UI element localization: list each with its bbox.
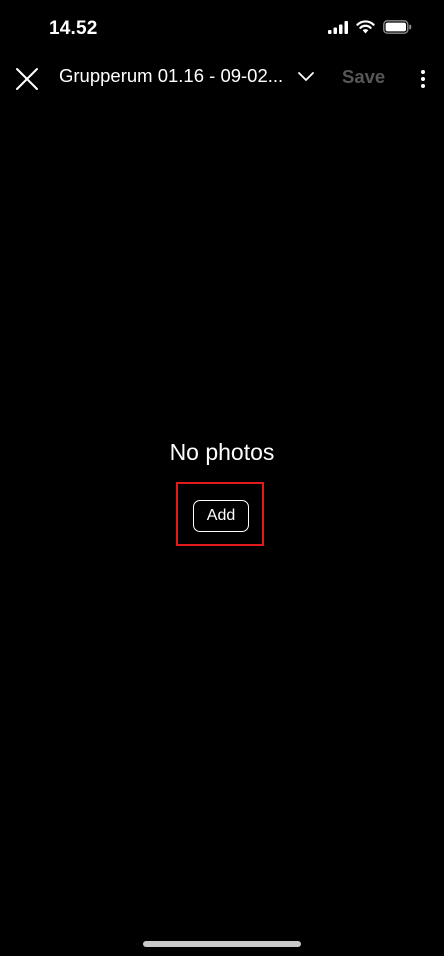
close-icon xyxy=(16,68,38,90)
album-title: Grupperum 01.16 - 09-02... xyxy=(59,65,284,86)
status-bar: 14.52 xyxy=(0,0,444,58)
save-button[interactable]: Save xyxy=(342,66,385,88)
cellular-signal-icon xyxy=(328,20,348,39)
empty-state-title: No photos xyxy=(169,439,275,465)
more-options-button[interactable] xyxy=(415,67,431,91)
status-icons xyxy=(328,20,412,39)
toolbar: Grupperum 01.16 - 09-02... Save xyxy=(0,58,444,98)
album-title-dropdown[interactable]: Grupperum 01.16 - 09-02... xyxy=(59,65,315,87)
home-indicator xyxy=(143,941,301,947)
close-button[interactable] xyxy=(14,66,40,92)
battery-icon xyxy=(383,20,412,39)
add-photos-button[interactable]: Add xyxy=(193,500,249,532)
empty-state: No photos xyxy=(0,438,444,466)
wifi-icon xyxy=(356,20,375,39)
more-vertical-icon xyxy=(421,70,425,88)
status-time: 14.52 xyxy=(49,18,98,39)
chevron-down-icon xyxy=(298,72,315,81)
